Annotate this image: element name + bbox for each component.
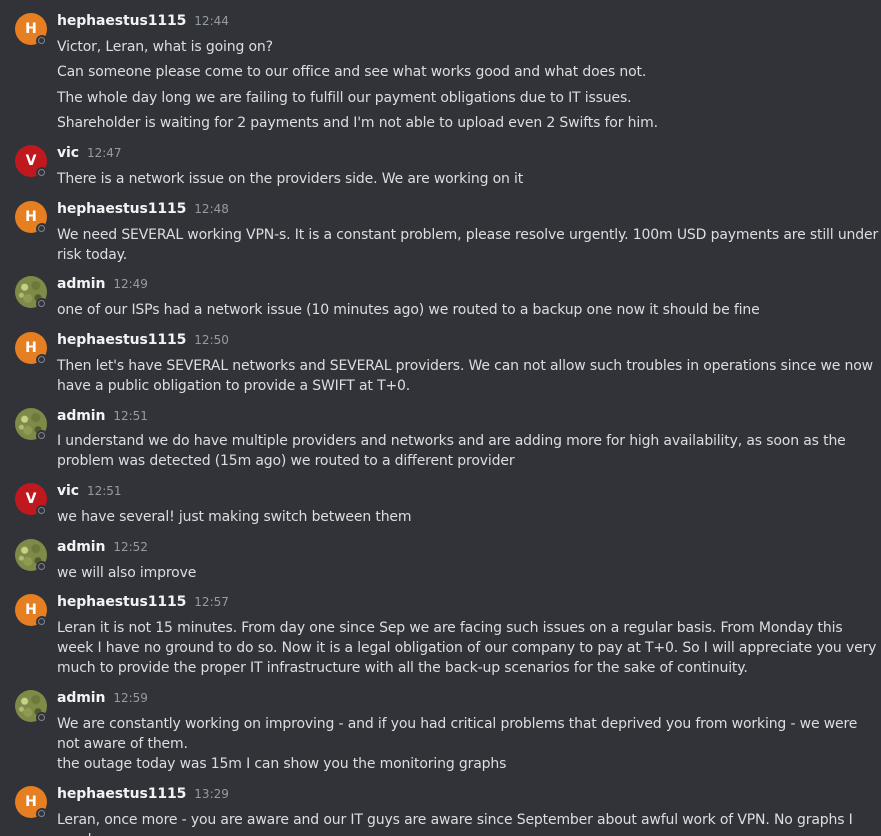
- offline-status-icon: [36, 298, 48, 310]
- timestamp[interactable]: 12:47: [87, 146, 122, 160]
- timestamp[interactable]: 12:50: [194, 333, 229, 347]
- message-header: admin 12:52: [57, 539, 148, 559]
- avatar-letter: H: [25, 21, 37, 37]
- avatar-letter: H: [25, 209, 37, 225]
- offline-status-icon: [36, 35, 48, 47]
- username[interactable]: admin: [57, 539, 105, 555]
- avatar-letter: V: [25, 491, 37, 507]
- timestamp[interactable]: 12:49: [113, 277, 148, 291]
- avatar-letter: H: [25, 794, 37, 810]
- message-text: we will also improve: [57, 565, 197, 581]
- message-text: Leran, once more - you are aware and our…: [57, 812, 853, 836]
- offline-status-icon: [36, 505, 48, 517]
- message-text: we have several! just making switch betw…: [57, 509, 412, 525]
- timestamp[interactable]: 12:57: [194, 595, 229, 609]
- timestamp[interactable]: 12:44: [194, 14, 229, 28]
- timestamp[interactable]: 13:29: [194, 787, 229, 801]
- message-text: We are constantly working on improving -…: [57, 716, 858, 752]
- offline-status-icon: [36, 616, 48, 628]
- username[interactable]: admin: [57, 690, 105, 706]
- username[interactable]: admin: [57, 276, 105, 292]
- message-header: vic 12:47: [57, 145, 122, 165]
- message-header: hephaestus1115 12:50: [57, 332, 229, 352]
- message-text: Then let's have SEVERAL networks and SEV…: [57, 358, 873, 394]
- timestamp[interactable]: 12:52: [113, 540, 148, 554]
- offline-status-icon: [36, 808, 48, 820]
- username[interactable]: admin: [57, 408, 105, 424]
- message-text: There is a network issue on the provider…: [57, 171, 524, 187]
- avatar-letter: V: [25, 153, 37, 169]
- offline-status-icon: [36, 712, 48, 724]
- timestamp[interactable]: 12:51: [113, 409, 148, 423]
- username[interactable]: vic: [57, 145, 79, 161]
- username[interactable]: hephaestus1115: [57, 201, 186, 217]
- avatar-letter: H: [25, 602, 37, 618]
- message-text: The whole day long we are failing to ful…: [57, 90, 632, 106]
- offline-status-icon: [36, 354, 48, 366]
- message-header: hephaestus1115 12:44: [57, 13, 229, 33]
- message-text: We need SEVERAL working VPN-s. It is a c…: [57, 227, 879, 263]
- username[interactable]: hephaestus1115: [57, 786, 186, 802]
- message-header: vic 12:51: [57, 483, 122, 503]
- username[interactable]: hephaestus1115: [57, 13, 186, 29]
- message-header: admin 12:59: [57, 690, 148, 710]
- message-text: Leran it is not 15 minutes. From day one…: [57, 620, 877, 676]
- avatar-letter: H: [25, 340, 37, 356]
- message-text: one of our ISPs had a network issue (10 …: [57, 302, 760, 318]
- message-header: admin 12:51: [57, 408, 148, 428]
- timestamp[interactable]: 12:48: [194, 202, 229, 216]
- message-header: hephaestus1115 12:48: [57, 201, 229, 221]
- offline-status-icon: [36, 223, 48, 235]
- offline-status-icon: [36, 167, 48, 179]
- message-text: Can someone please come to our office an…: [57, 64, 647, 80]
- username[interactable]: vic: [57, 483, 79, 499]
- message-text: I understand we do have multiple provide…: [57, 433, 846, 469]
- offline-status-icon: [36, 430, 48, 442]
- offline-status-icon: [36, 561, 48, 573]
- message-header: hephaestus1115 13:29: [57, 786, 229, 806]
- timestamp[interactable]: 12:51: [87, 484, 122, 498]
- message-text: the outage today was 15m I can show you …: [57, 756, 507, 772]
- timestamp[interactable]: 12:59: [113, 691, 148, 705]
- username[interactable]: hephaestus1115: [57, 594, 186, 610]
- message-header: admin 12:49: [57, 276, 148, 296]
- message-header: hephaestus1115 12:57: [57, 594, 229, 614]
- message-text: Shareholder is waiting for 2 payments an…: [57, 115, 658, 131]
- message-text: Victor, Leran, what is going on?: [57, 39, 273, 55]
- username[interactable]: hephaestus1115: [57, 332, 186, 348]
